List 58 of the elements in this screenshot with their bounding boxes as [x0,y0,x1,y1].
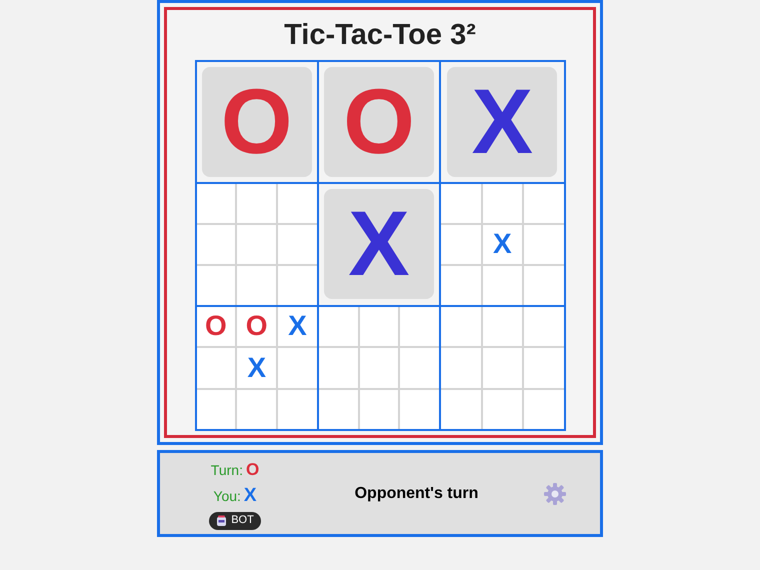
board-cell[interactable] [237,184,276,224]
robot-icon [216,514,228,526]
settings-icon[interactable] [543,482,567,506]
board-cell[interactable] [482,390,522,429]
status-message: Opponent's turn [354,484,480,504]
board-cell[interactable] [524,348,564,388]
board-cell[interactable] [318,390,358,429]
player-mark: X [244,487,257,505]
board-cell[interactable] [237,390,276,429]
winner-mark: X [472,76,534,168]
turn-label: Turn: [210,460,243,480]
board-cell[interactable] [318,348,358,388]
board-cell[interactable] [318,306,358,346]
board-cell[interactable] [441,266,481,305]
board-cell[interactable] [524,184,564,224]
winner-mark: O [220,76,292,168]
board-cell[interactable] [278,184,317,224]
board-cell[interactable] [441,225,481,264]
board-cell[interactable] [524,306,564,346]
board-cell[interactable] [482,266,522,305]
board-cell[interactable] [524,225,564,264]
board-cell[interactable] [441,184,481,224]
board-cell[interactable] [524,390,564,429]
board-cell[interactable] [196,266,236,305]
board-cell[interactable] [482,306,522,346]
board-cell[interactable] [278,390,317,429]
board-cell[interactable] [441,348,481,388]
board-cell[interactable] [278,348,317,388]
board-cell[interactable] [400,306,440,346]
board-cell[interactable]: X [482,225,522,264]
board-cell[interactable] [196,225,236,264]
board-cell[interactable] [196,184,236,224]
turn-mark: O [246,461,260,479]
board-cell[interactable] [400,348,440,388]
game-title: Tic-Tac-Toe 3² [284,18,476,53]
board-cell[interactable]: X [278,306,317,346]
board-cell[interactable] [278,225,317,264]
board-cell[interactable] [278,266,317,305]
board-cell[interactable] [196,390,236,429]
player-label: You: [213,486,241,506]
board-cell[interactable] [360,306,398,346]
board-cell[interactable] [482,348,522,388]
board-cell[interactable] [237,266,276,305]
board-cell[interactable]: X [237,348,276,388]
board-cell[interactable] [400,390,440,429]
board-cell[interactable] [482,184,522,224]
bot-badge: BOT [209,512,261,530]
board-cell[interactable] [360,390,398,429]
board-cell[interactable] [360,348,398,388]
board-cell[interactable] [441,390,481,429]
board-cell[interactable] [441,306,481,346]
board-cell[interactable] [237,225,276,264]
winner-mark: O [343,76,415,168]
board-cell[interactable] [196,348,236,388]
board-cell[interactable]: O [237,306,276,346]
winner-mark: X [348,198,410,290]
board-cell[interactable] [524,266,564,305]
board-cell[interactable]: O [196,306,236,346]
